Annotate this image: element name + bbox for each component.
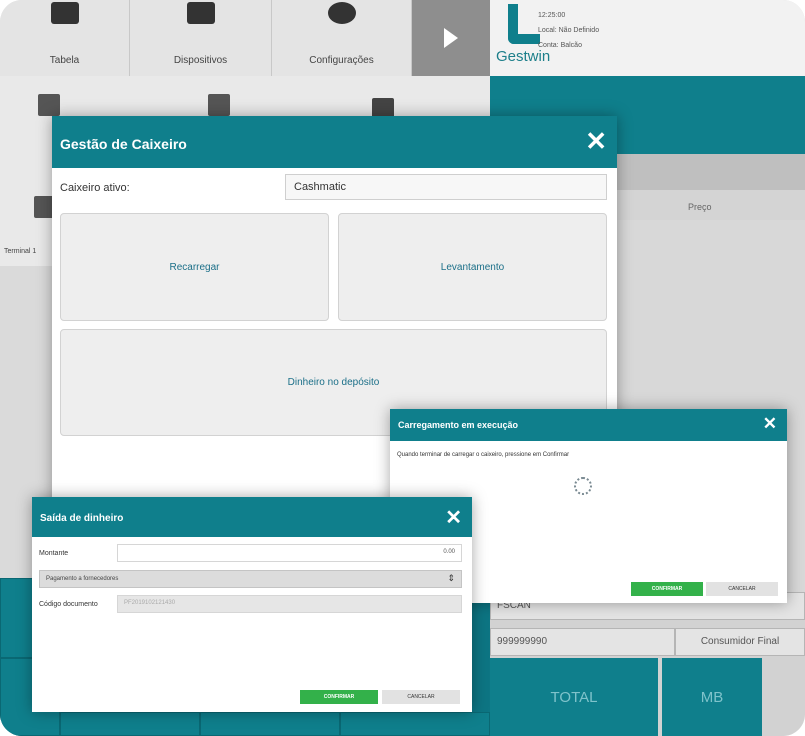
cancel-label: CANCELAR [407, 694, 435, 700]
session-info: 12:25:00 Local: Não Definido Conta: Balc… [538, 8, 599, 53]
dialog-header: Gestão de Caixeiro ✕ [52, 116, 617, 168]
cancel-button[interactable]: CANCELAR [706, 582, 778, 596]
active-cashier-field[interactable]: Cashmatic [285, 174, 607, 200]
scale-icon[interactable] [38, 94, 60, 116]
doc-code-label: Código documento [39, 601, 98, 608]
withdraw-button[interactable]: Levantamento [338, 213, 607, 321]
payment-mb-button[interactable]: MB [662, 658, 762, 736]
play-icon [444, 28, 458, 48]
document-summary: FSCAN 999999990 Consumidor Final TOTAL M… [490, 592, 805, 736]
doc-code-value: PF2019102121430 [124, 600, 176, 606]
confirm-label: CONFIRMAR [323, 694, 355, 700]
menu-item-configuracoes[interactable]: Configurações [272, 0, 412, 76]
session-time: 12:25:00 [538, 12, 566, 19]
app-window: Tabela Dispositivos Configurações Gestwi… [0, 0, 805, 736]
total-label: TOTAL [550, 688, 598, 706]
customer-value: Consumidor Final [700, 636, 780, 647]
amount-input[interactable]: 0.00 [117, 544, 462, 562]
keypad-key[interactable] [60, 712, 200, 736]
dialog-title: Gestão de Caixeiro [60, 136, 187, 152]
session-location: Local: Não Definido [538, 27, 600, 34]
brand-panel: Gestwin 12:25:00 Local: Não Definido Con… [490, 0, 805, 76]
confirm-label: CONFIRMAR [651, 586, 683, 592]
dialog-title: Carregamento em execução [398, 420, 519, 430]
menu-item-label: Dispositivos [173, 55, 228, 66]
reason-select[interactable]: Pagamento a fornecedores ⇕ [39, 570, 462, 588]
doc-code-input[interactable]: PF2019102121430 [117, 595, 462, 613]
dialog-header: Carregamento em execução ✕ [390, 409, 787, 441]
dialog-header: Saída de dinheiro ✕ [32, 497, 472, 537]
withdraw-label: Levantamento [440, 261, 505, 273]
top-menu: Tabela Dispositivos Configurações [0, 0, 490, 76]
gear-icon [327, 2, 356, 24]
keypad-key[interactable] [340, 712, 490, 736]
deposit-label: Dinheiro no depósito [287, 377, 380, 388]
price-column-header: Preço [688, 202, 712, 212]
reason-selected: Pagamento a fornecedores [46, 576, 119, 582]
close-icon[interactable]: ✕ [445, 505, 462, 530]
next-menu-button[interactable] [412, 0, 490, 76]
select-arrows-icon: ⇕ [447, 573, 455, 583]
active-cashier-value: Cashmatic [294, 181, 346, 193]
table-icon [50, 2, 79, 24]
charging-message: Quando terminar de carregar o caixeiro, … [397, 452, 570, 458]
confirm-button[interactable]: CONFIRMAR [631, 582, 703, 596]
cash-out-dialog: Saída de dinheiro ✕ Montante 0.00 Pagame… [32, 497, 472, 712]
scale-icon[interactable] [208, 94, 230, 116]
amount-label: Montante [39, 550, 69, 557]
close-icon[interactable]: ✕ [585, 126, 607, 157]
confirm-button[interactable]: CONFIRMAR [300, 690, 378, 704]
recharge-button[interactable]: Recarregar [60, 213, 329, 321]
menu-item-label: Configurações [309, 55, 374, 66]
terminal-label: Terminal 1 [4, 248, 37, 255]
session-account: Conta: Balcão [538, 42, 582, 49]
keypad-key[interactable] [200, 712, 340, 736]
cancel-button[interactable]: CANCELAR [382, 690, 460, 704]
menu-item-label: Tabela [49, 55, 80, 66]
loading-spinner-icon [574, 477, 592, 495]
amount-value: 0.00 [443, 549, 455, 555]
total-button[interactable]: TOTAL [490, 658, 658, 736]
menu-item-dispositivos[interactable]: Dispositivos [130, 0, 272, 76]
customer-field[interactable]: Consumidor Final [675, 628, 805, 656]
nif-value: 999999990 [497, 636, 548, 647]
active-cashier-label: Caixeiro ativo: [60, 182, 130, 194]
menu-item-tabela[interactable]: Tabela [0, 0, 130, 76]
close-icon[interactable]: ✕ [763, 414, 777, 434]
dialog-title: Saída de dinheiro [40, 513, 124, 524]
recharge-label: Recarregar [169, 261, 220, 273]
gestwin-logo [508, 4, 540, 44]
nif-field[interactable]: 999999990 [490, 628, 675, 656]
payment-label: MB [700, 688, 724, 706]
cancel-label: CANCELAR [728, 586, 756, 592]
devices-icon [186, 2, 215, 24]
